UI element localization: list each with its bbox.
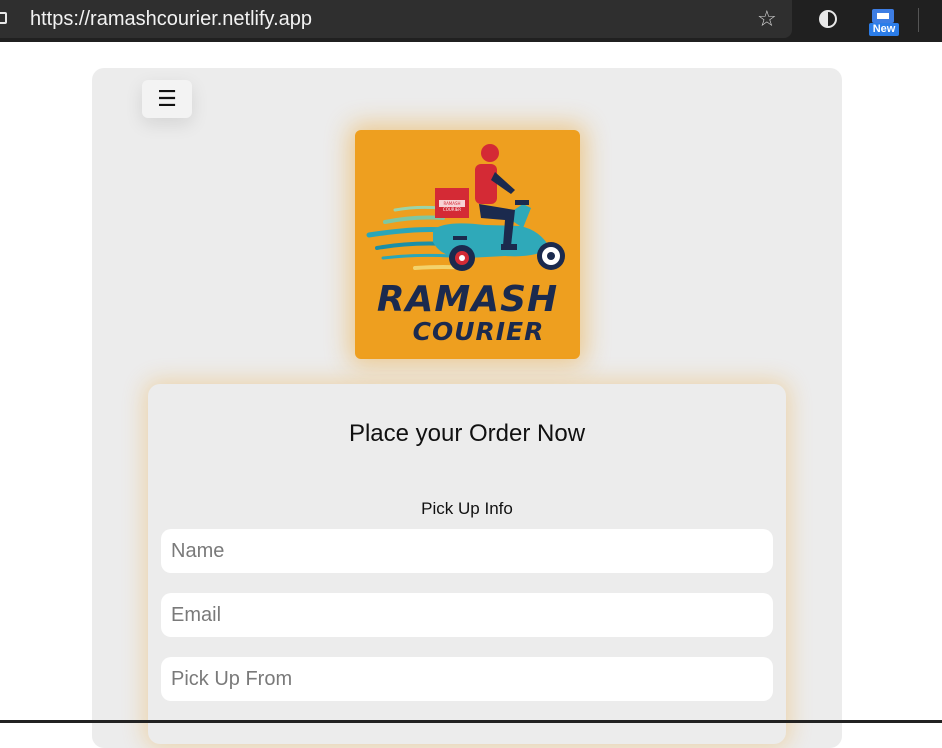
form-title: Place your Order Now: [348, 420, 586, 447]
address-bar[interactable]: https://ramashcourier.netlify.app ☆: [0, 0, 792, 38]
star-icon[interactable]: ☆: [757, 6, 777, 32]
logo-title: RAMASH: [376, 279, 559, 320]
lock-icon[interactable]: [0, 12, 7, 24]
extension-badge: New: [869, 23, 899, 36]
logo-box-text-2: COURIER: [443, 207, 461, 212]
email-input[interactable]: [161, 593, 773, 637]
contrast-icon[interactable]: [819, 10, 837, 28]
toolbar-divider: [918, 8, 919, 32]
brand-logo: RAMASH COURIER RAMASH COURIER: [355, 130, 580, 359]
logo-subtitle: COURIER: [412, 317, 545, 346]
hamburger-icon: ☰: [157, 86, 177, 111]
extension-icon[interactable]: New: [869, 9, 899, 37]
pickup-from-input[interactable]: [161, 657, 773, 701]
menu-button[interactable]: ☰: [142, 80, 192, 118]
logo-box-text-1: RAMASH: [443, 201, 460, 206]
url-text[interactable]: https://ramashcourier.netlify.app: [30, 8, 312, 30]
browser-toolbar: https://ramashcourier.netlify.app ☆ New: [0, 0, 942, 42]
name-input[interactable]: [161, 529, 773, 573]
order-form: Place your Order Now Pick Up Info: [148, 384, 786, 744]
pickup-section-label: Pick Up Info: [421, 499, 513, 518]
